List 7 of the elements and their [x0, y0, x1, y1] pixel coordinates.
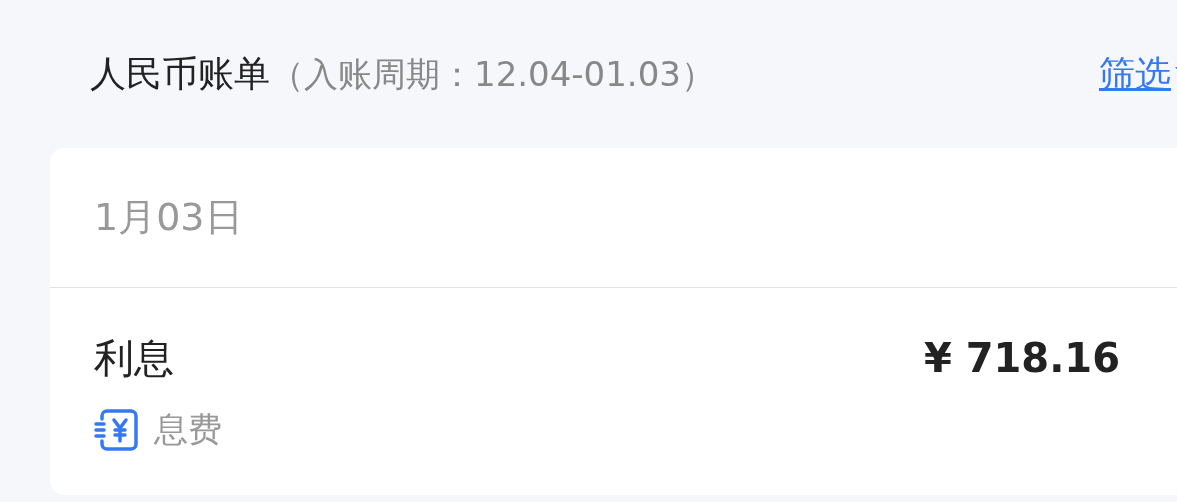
billing-period: （入账周期：12.04-01.03）	[270, 52, 715, 96]
bill-title: 人民币账单	[90, 52, 270, 96]
date-heading: 1月03日	[50, 148, 1177, 288]
receipt-icon	[94, 408, 138, 451]
amount: ¥ 718.16	[923, 334, 1120, 383]
transaction-title: 利息	[94, 334, 174, 383]
category-label: 息费	[154, 408, 222, 451]
